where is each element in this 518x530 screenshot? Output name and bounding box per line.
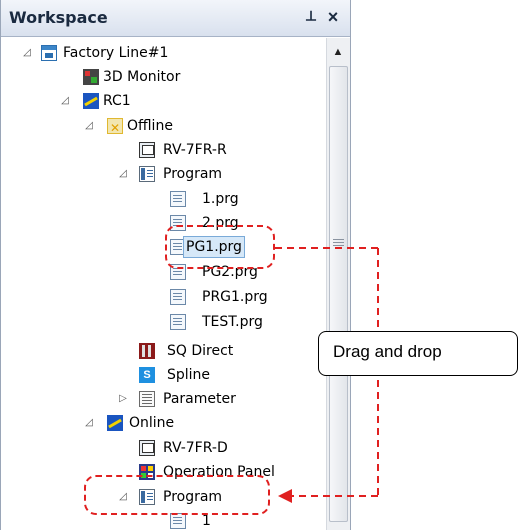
- robot-controller-icon: [83, 93, 99, 109]
- tree-item-spline[interactable]: S Spline: [121, 363, 321, 387]
- tree-item-label: RC1: [103, 93, 131, 109]
- tree-item-sq-direct[interactable]: SQ Direct: [121, 339, 321, 363]
- scroll-thumb[interactable]: [329, 66, 348, 522]
- tree-item-label: RV-7FR-D: [163, 440, 228, 456]
- tree-item-label: TEST.prg: [202, 314, 263, 330]
- program-file-icon: [170, 191, 186, 207]
- drop-target-highlight: [84, 475, 270, 515]
- sq-direct-icon: [139, 343, 155, 359]
- tree-item-factory-line[interactable]: ◿ Factory Line#1: [21, 41, 321, 65]
- tree-item-label: Parameter: [163, 391, 236, 407]
- tree-item-parameter[interactable]: ▷ Parameter: [117, 387, 317, 411]
- close-icon[interactable]: ×: [323, 7, 343, 27]
- parameter-icon: [139, 391, 155, 407]
- program-file-icon: [170, 289, 186, 305]
- vertical-scrollbar[interactable]: ▲: [326, 38, 350, 530]
- tree-item-offline[interactable]: ◿ Offline: [83, 114, 323, 140]
- tree-item-3d-monitor[interactable]: 3D Monitor: [61, 65, 321, 89]
- spline-icon: S: [139, 367, 155, 383]
- drag-source-highlight: [165, 225, 275, 269]
- offline-icon: [107, 116, 123, 140]
- tree-item-online-robot[interactable]: RV-7FR-D: [121, 436, 321, 460]
- tree-item-file[interactable]: TEST.prg: [166, 310, 316, 334]
- tree-item-rc1[interactable]: ◿ RC1: [59, 89, 319, 113]
- expand-arrow-icon[interactable]: ◿: [117, 162, 129, 186]
- workbench-icon: [41, 45, 57, 61]
- collapse-arrow-icon[interactable]: ▷: [117, 387, 129, 411]
- tree-item-online[interactable]: ◿ Online: [83, 411, 323, 435]
- scroll-grip-icon: [333, 239, 344, 248]
- tree-item-label: Offline: [127, 118, 173, 134]
- 3d-monitor-icon: [83, 69, 99, 85]
- online-icon: [107, 415, 123, 431]
- tree-item-label: PRG1.prg: [202, 289, 268, 305]
- workspace-titlebar: Workspace ⟂ ×: [1, 0, 350, 37]
- tree-item-label: SQ Direct: [167, 343, 234, 359]
- robot-icon: [139, 440, 155, 456]
- expand-arrow-icon[interactable]: ◿: [83, 114, 95, 138]
- expand-arrow-icon[interactable]: ◿: [83, 411, 95, 435]
- workspace-title: Workspace: [9, 8, 108, 27]
- tree-item-offline-program[interactable]: ◿ Program: [117, 162, 317, 186]
- tree-item-label: Factory Line#1: [63, 45, 169, 61]
- tree-item-label: 3D Monitor: [103, 69, 181, 85]
- tree-item-label: Spline: [167, 367, 211, 383]
- program-folder-icon: [139, 166, 155, 182]
- drag-and-drop-callout: Drag and drop: [318, 331, 518, 376]
- tree-item-file[interactable]: 1.prg: [166, 187, 316, 211]
- tree-item-file[interactable]: PRG1.prg: [166, 285, 316, 309]
- expand-arrow-icon[interactable]: ◿: [59, 89, 71, 113]
- tree-item-label: RV-7FR-R: [163, 142, 227, 158]
- tree-item-label: Online: [129, 415, 175, 431]
- tree-item-offline-robot[interactable]: RV-7FR-R: [121, 138, 321, 162]
- tree-item-label: Program: [163, 166, 223, 182]
- program-file-icon: [170, 314, 186, 330]
- scroll-up-icon[interactable]: ▲: [328, 42, 348, 62]
- expand-arrow-icon[interactable]: ◿: [21, 41, 33, 65]
- robot-icon: [139, 142, 155, 158]
- pin-icon[interactable]: ⟂: [301, 7, 321, 27]
- callout-text: Drag and drop: [333, 342, 442, 361]
- tree-item-label: 1.prg: [202, 191, 239, 207]
- program-file-icon: [170, 513, 186, 529]
